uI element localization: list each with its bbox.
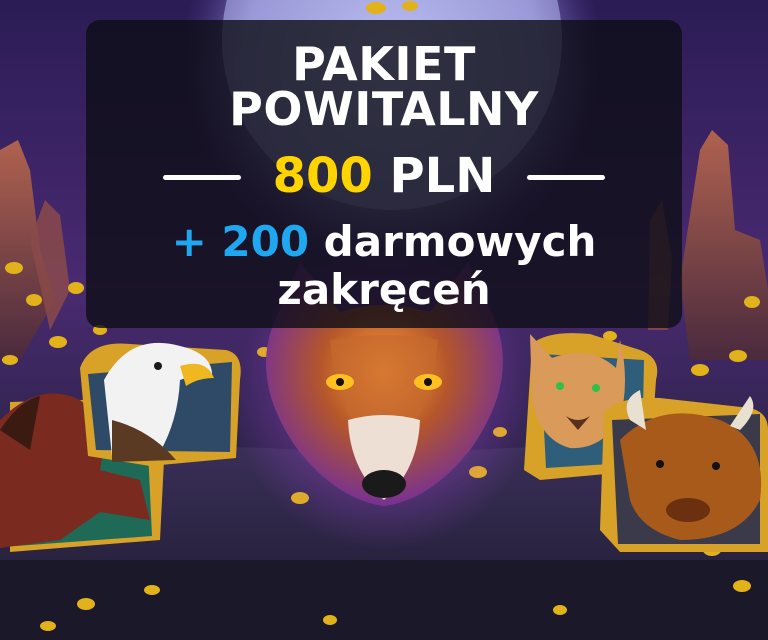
eagle-symbol <box>80 342 241 466</box>
free-spins-label-line1: darmowych <box>309 217 597 266</box>
free-spins-text: + 200 darmowych zakręceń <box>0 218 768 314</box>
promo-banner[interactable]: PAKIET POWITALNY 800 PLN + 200 darmowych… <box>0 0 768 640</box>
free-spins-label-line2: zakręceń <box>277 265 491 314</box>
bonus-amount: 800 PLN <box>0 148 768 204</box>
bison-symbol <box>600 390 768 552</box>
offer-title: PAKIET POWITALNY <box>0 37 768 136</box>
free-spins-count: + 200 <box>171 217 310 266</box>
bonus-amount-value: 800 <box>272 148 373 204</box>
offer-title-line2: POWITALNY <box>229 82 539 136</box>
offer-title-line1: PAKIET <box>292 37 476 91</box>
bonus-amount-currency: PLN <box>389 148 496 204</box>
